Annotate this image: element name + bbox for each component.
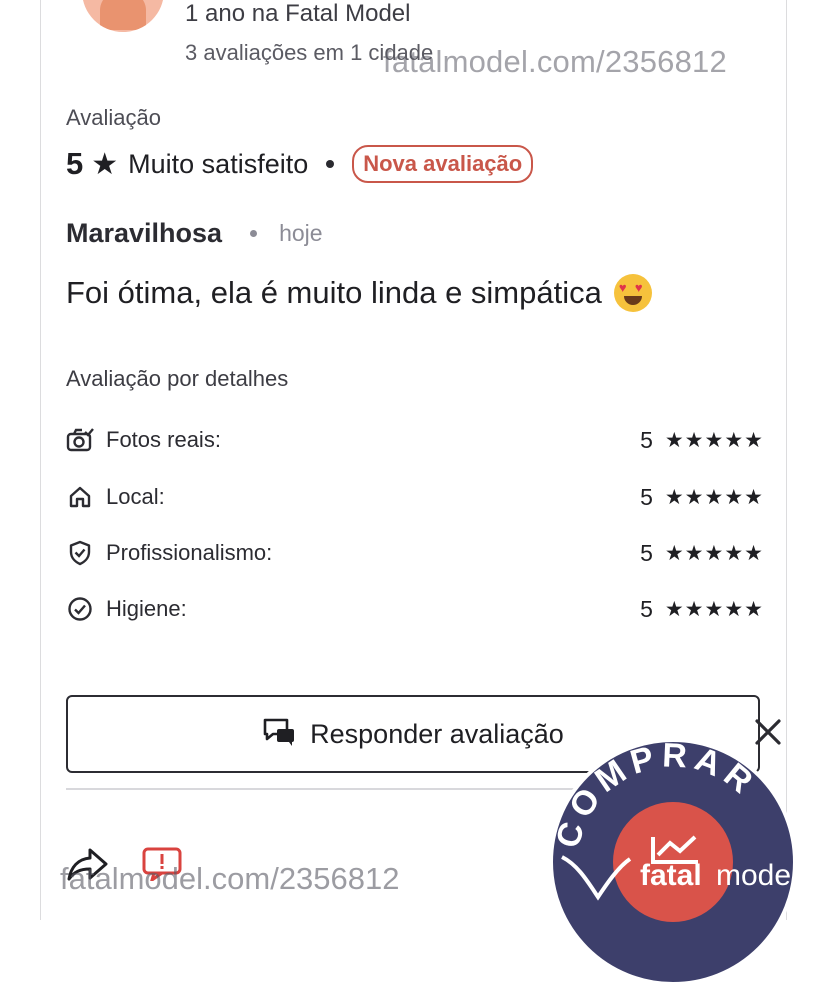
- shield-check-icon: [66, 539, 94, 567]
- review-header: Maravilhosa hoje: [66, 218, 323, 249]
- review-body: Foi ótima, ela é muito linda e simpática: [66, 275, 602, 310]
- separator-dot: [326, 160, 335, 168]
- detail-row-photos: Fotos reais: 5 ★★★★★: [66, 425, 764, 455]
- review-body-row: Foi ótima, ela é muito linda e simpática…: [66, 274, 652, 312]
- rating-text: Muito satisfeito: [128, 148, 309, 179]
- detail-name: Fotos reais:: [106, 427, 221, 452]
- detail-row-hygiene: Higiene: 5 ★★★★★: [66, 594, 764, 624]
- check-circle-icon: [66, 595, 94, 623]
- detail-name: Higiene:: [106, 596, 187, 621]
- new-review-badge: Nova avaliação: [352, 145, 534, 183]
- detail-row-professionalism: Profissionalismo: 5 ★★★★★: [66, 538, 764, 568]
- separator-dot: [250, 230, 258, 237]
- detail-score: 5: [640, 595, 653, 622]
- buy-promo-badge[interactable]: COMPRAR fatal mode: [548, 736, 798, 987]
- detail-score: 5: [640, 483, 653, 510]
- detail-name: Local:: [106, 484, 165, 509]
- rating-row: 5 ★ Muito satisfeito Nova avaliação: [66, 143, 534, 185]
- rating-section-label: Avaliação: [66, 105, 161, 130]
- watermark-bottom: fatalmodel.com/2356812: [60, 861, 400, 896]
- rating-score: 5: [66, 146, 84, 181]
- promo-brand-a: fatal: [640, 859, 702, 892]
- details-label: Avaliação por detalhes: [66, 366, 289, 391]
- stars-rating: ★★★★★: [664, 597, 764, 621]
- review-title: Maravilhosa: [66, 218, 223, 248]
- promo-brand-b: mode: [716, 859, 791, 892]
- stars-rating: ★★★★★: [664, 541, 764, 565]
- watermark-top: fatalmodel.com/2356812: [383, 44, 727, 79]
- stars-rating: ★★★★★: [664, 428, 764, 452]
- member-since: 1 ano na Fatal Model: [185, 0, 411, 27]
- star-icon: ★: [91, 147, 119, 181]
- heart-eyes-emoji-icon: ♥ ♥: [613, 274, 652, 312]
- review-date: hoje: [279, 220, 323, 246]
- stars-rating: ★★★★★: [664, 485, 764, 509]
- detail-name: Profissionalismo:: [106, 540, 273, 565]
- camera-icon: [66, 426, 94, 454]
- chat-reply-icon: [262, 717, 298, 752]
- detail-row-local: Local: 5 ★★★★★: [66, 482, 764, 512]
- reply-button-label: Responder avaliação: [310, 718, 564, 749]
- detail-score: 5: [640, 539, 653, 566]
- detail-score: 5: [640, 426, 653, 453]
- home-icon: [66, 483, 94, 511]
